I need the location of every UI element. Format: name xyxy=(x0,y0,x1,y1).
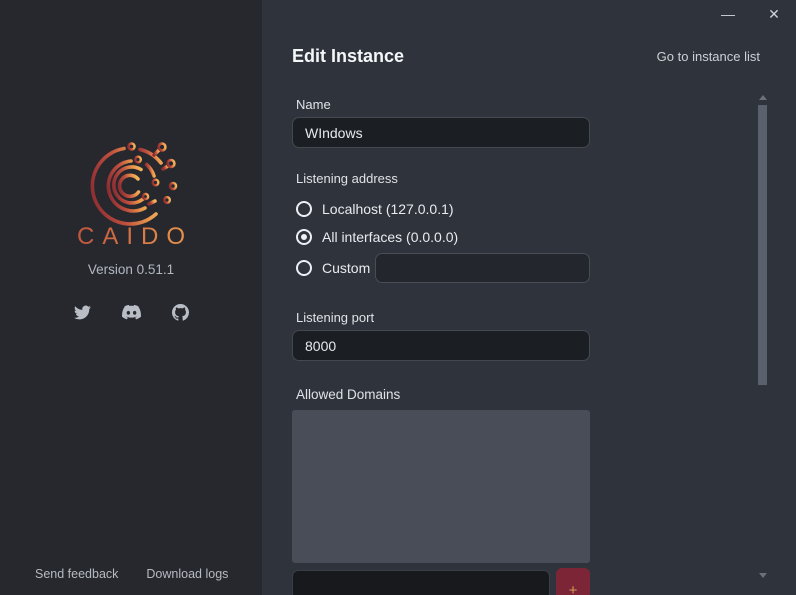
github-icon[interactable] xyxy=(171,304,189,321)
version-label: Version 0.51.1 xyxy=(87,262,175,277)
download-logs-link[interactable]: Download logs xyxy=(146,567,228,581)
name-label: Name xyxy=(296,97,331,112)
add-domain-button[interactable]: + xyxy=(556,568,590,595)
allowed-domains-label: Allowed Domains xyxy=(296,387,401,402)
sidebar: CAIDO Version 0.51.1 Send feedback Downl… xyxy=(0,0,262,595)
name-input[interactable] xyxy=(292,117,590,148)
scroll-down-arrow-icon[interactable] xyxy=(759,573,767,578)
radio-localhost-circle[interactable] xyxy=(296,201,312,217)
radio-all-interfaces-label: All interfaces (0.0.0.0) xyxy=(322,229,459,245)
page-title: Edit Instance xyxy=(292,46,405,66)
radio-all-interfaces[interactable]: All interfaces (0.0.0.0) xyxy=(296,229,458,245)
custom-address-input[interactable] xyxy=(375,253,590,283)
radio-localhost-label: Localhost (127.0.0.1) xyxy=(322,201,454,217)
discord-icon[interactable] xyxy=(121,305,141,320)
caido-logo-icon xyxy=(83,138,179,234)
allowed-domains-list[interactable] xyxy=(292,410,590,563)
brand-wordmark: CAIDO xyxy=(0,223,262,251)
listening-port-input[interactable] xyxy=(292,330,590,361)
listening-address-label: Listening address xyxy=(296,171,398,186)
radio-custom[interactable]: Custom xyxy=(296,260,370,276)
listening-port-label: Listening port xyxy=(296,310,375,325)
edit-instance-panel: Edit Instance Go to instance list Name L… xyxy=(262,0,796,595)
radio-all-interfaces-circle[interactable] xyxy=(296,229,312,245)
radio-custom-label: Custom xyxy=(322,260,371,276)
scrollbar xyxy=(756,90,770,585)
radio-localhost[interactable]: Localhost (127.0.0.1) xyxy=(296,201,454,217)
scroll-up-arrow-icon[interactable] xyxy=(759,95,767,100)
new-domain-input[interactable] xyxy=(292,570,550,595)
social-links xyxy=(0,304,262,321)
plus-icon: + xyxy=(568,582,578,595)
go-to-instance-list-link[interactable]: Go to instance list xyxy=(657,49,760,64)
twitter-icon[interactable] xyxy=(73,304,91,321)
scrollbar-thumb[interactable] xyxy=(758,105,767,385)
send-feedback-link[interactable]: Send feedback xyxy=(35,567,118,581)
sidebar-footer: Send feedback Download logs xyxy=(35,567,242,581)
radio-custom-circle[interactable] xyxy=(296,260,312,276)
